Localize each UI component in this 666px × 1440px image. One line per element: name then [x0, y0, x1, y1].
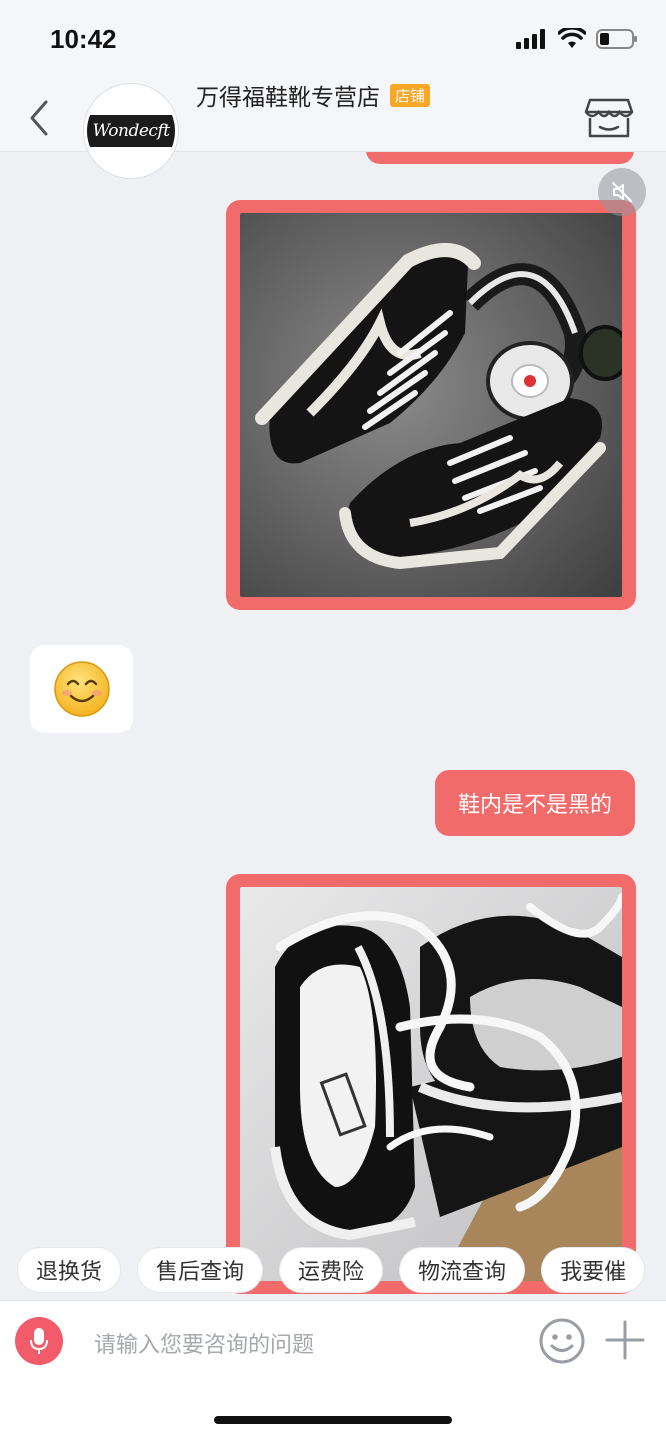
shop-title[interactable]: 万得福鞋靴专营店 店铺: [196, 78, 431, 112]
voice-input-button[interactable]: [15, 1317, 63, 1365]
message-input[interactable]: 请输入您要咨询的问题: [94, 1327, 314, 1359]
home-indicator: [214, 1416, 452, 1424]
emoji-message[interactable]: [30, 645, 133, 733]
shop-name: 万得福鞋靴专营店: [196, 85, 380, 111]
shop-badge: 店铺: [390, 83, 431, 107]
sneakers-laces-image: [240, 887, 622, 1281]
status-time: 10:42: [50, 24, 117, 54]
emoji-picker-icon[interactable]: [538, 1317, 586, 1365]
battery-icon: [596, 29, 637, 49]
mute-speaker-icon: [612, 182, 632, 202]
sneakers-headphones-image: [240, 213, 622, 597]
quick-reply-chip[interactable]: 退换货: [18, 1248, 121, 1292]
back-chevron-icon[interactable]: [24, 96, 56, 140]
quick-reply-chip[interactable]: 我要催: [542, 1248, 645, 1292]
sneaker-photo[interactable]: [240, 887, 622, 1281]
microphone-icon: [30, 1328, 48, 1354]
quick-reply-chip[interactable]: 物流查询: [400, 1248, 525, 1292]
image-message[interactable]: [226, 200, 636, 610]
shop-logo: Wondecft: [87, 115, 175, 147]
mute-button[interactable]: [598, 168, 646, 216]
shop-avatar[interactable]: Wondecft: [84, 84, 178, 178]
plus-icon[interactable]: [604, 1319, 646, 1361]
smiling-face-emoji: [53, 661, 110, 717]
store-icon[interactable]: [584, 96, 634, 140]
wifi-icon: [558, 28, 586, 48]
sneaker-photo[interactable]: [240, 213, 622, 597]
signal-icon: [516, 29, 545, 49]
message-text: 鞋内是不是黑的: [457, 793, 612, 818]
text-message[interactable]: 鞋内是不是黑的: [434, 770, 635, 836]
quick-reply-chip[interactable]: 售后查询: [138, 1248, 263, 1292]
quick-replies: 退换货 售后查询 运费险 物流查询 我要催: [18, 1248, 645, 1292]
status-icons: [516, 28, 638, 50]
image-message[interactable]: [226, 874, 636, 1294]
quick-reply-chip[interactable]: 运费险: [280, 1248, 383, 1292]
